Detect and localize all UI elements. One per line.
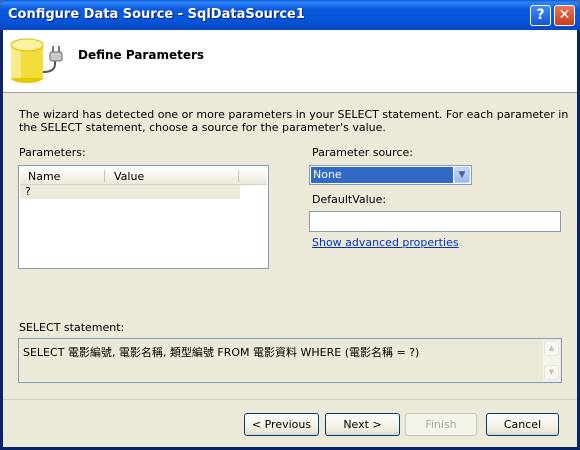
help-button[interactable]: ? (530, 5, 551, 26)
cancel-button[interactable]: Cancel (486, 413, 559, 436)
wizard-description: The wizard has detected one or more para… (19, 108, 569, 134)
column-header-name[interactable]: Name (28, 170, 60, 183)
divider (3, 399, 577, 400)
parameter-source-dropdown[interactable]: None ▼ (309, 165, 472, 185)
select-statement-label: SELECT statement: (19, 321, 125, 334)
parameter-name: ? (25, 185, 31, 198)
chevron-down-icon[interactable]: ▼ (454, 167, 470, 183)
column-divider[interactable] (104, 170, 105, 182)
parameter-source-label: Parameter source: (312, 146, 413, 159)
title-bar[interactable]: Configure Data Source - SqlDataSource1 ?… (0, 0, 580, 30)
list-item[interactable]: ? (20, 185, 240, 199)
previous-button[interactable]: < Previous (244, 413, 319, 436)
parameters-list-header: Name Value (20, 168, 267, 185)
vertical-scrollbar[interactable]: ▲ ▼ (543, 340, 560, 381)
next-button[interactable]: Next > (325, 413, 400, 436)
page-heading: Define Parameters (78, 48, 205, 62)
wizard-header: Define Parameters (3, 30, 577, 93)
default-value-label: DefaultValue: (312, 193, 387, 206)
select-statement-box[interactable]: SELECT 電影編號, 電影名稱, 類型編號 FROM 電影資料 WHERE … (18, 338, 562, 383)
dialog-client-area: Define Parameters The wizard has detecte… (3, 30, 577, 447)
finish-button[interactable]: Finish (405, 413, 477, 436)
close-button[interactable]: ✕ (554, 5, 575, 26)
default-value-input[interactable] (309, 211, 561, 232)
column-header-value[interactable]: Value (114, 170, 144, 183)
scroll-down-icon[interactable]: ▼ (544, 365, 559, 380)
dialog-window: Configure Data Source - SqlDataSource1 ?… (0, 0, 580, 450)
show-advanced-properties-link[interactable]: Show advanced properties (312, 236, 459, 249)
parameter-source-value: None (311, 167, 453, 183)
select-statement-text: SELECT 電影編號, 電影名稱, 類型編號 FROM 電影資料 WHERE … (23, 346, 420, 359)
parameters-label: Parameters: (19, 146, 86, 159)
parameters-list[interactable]: Name Value ? (18, 165, 269, 269)
column-divider[interactable] (238, 170, 239, 182)
scroll-up-icon[interactable]: ▲ (544, 341, 559, 356)
database-connector-icon (10, 38, 63, 83)
window-title: Configure Data Source - SqlDataSource1 (8, 7, 305, 22)
